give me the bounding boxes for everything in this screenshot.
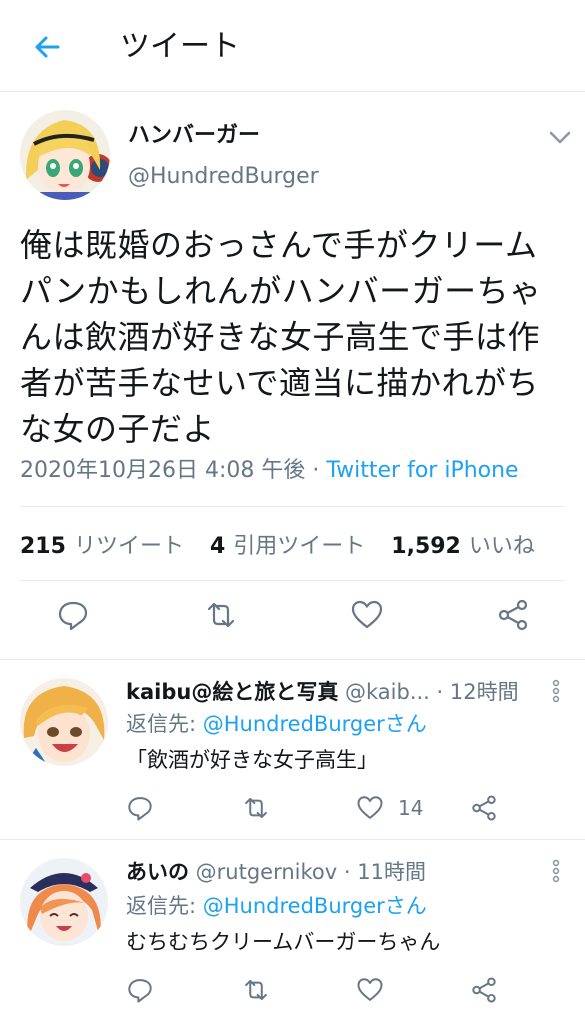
reply-to-line: 返信先: @HundredBurgerさん bbox=[126, 892, 427, 920]
anime-girl-avatar-image bbox=[20, 678, 108, 766]
reply-to-mention[interactable]: @HundredBurgerさん bbox=[203, 894, 427, 918]
retweet-icon bbox=[245, 797, 267, 819]
tweet-text: 俺は既婚のおっさんで手がクリーム パンかもしれんがハンバーガーちゃ んは飲酒が好… bbox=[20, 222, 575, 452]
tweet-meta: 2020年10月26日 4:08 午後 · Twitter for iPhone bbox=[20, 456, 519, 486]
tweet-timestamp[interactable]: 2020年10月26日 4:08 午後 bbox=[20, 458, 305, 483]
author-handle[interactable]: @HundredBurger bbox=[128, 162, 319, 192]
main-tweet: ハンバーガー @HundredBurger 俺は既婚のおっさんで手がクリーム パ… bbox=[0, 92, 585, 660]
reply-text: 「飲酒が好きな女子高生」 bbox=[126, 748, 378, 772]
anime-girl-avatar-image bbox=[20, 110, 110, 200]
like-button[interactable] bbox=[356, 794, 384, 822]
retweets-count: 215 bbox=[20, 534, 66, 559]
reply-menu-button[interactable] bbox=[548, 858, 564, 884]
heart-icon bbox=[357, 796, 383, 819]
reply-author-name[interactable]: kaibu@絵と旅と写真 bbox=[126, 680, 338, 704]
share-icon bbox=[472, 977, 496, 1003]
retweets-label: リツイート bbox=[73, 534, 184, 559]
likes-label: いいね bbox=[468, 534, 535, 559]
likes-stat[interactable]: 1,592 いいね bbox=[391, 528, 535, 560]
tweet-source-link[interactable]: Twitter for iPhone bbox=[326, 458, 518, 483]
divider bbox=[20, 506, 565, 507]
reply-button[interactable] bbox=[126, 794, 154, 822]
reply-to-label: 返信先: bbox=[126, 894, 203, 918]
reply-author-name[interactable]: あいの bbox=[126, 860, 189, 884]
tweet-text-line: 者が苦手なせいで適当に描かれがち bbox=[20, 364, 540, 402]
retweet-icon bbox=[245, 979, 267, 1001]
reply-button[interactable] bbox=[126, 976, 154, 1004]
retweet-button[interactable] bbox=[204, 598, 238, 632]
heart-icon bbox=[357, 978, 383, 1001]
meta-separator: · bbox=[305, 458, 327, 483]
tweet-text-line: パンかもしれんがハンバーガーちゃ bbox=[20, 272, 542, 310]
page-title: ツイート bbox=[120, 29, 240, 64]
reply-icon bbox=[128, 797, 152, 821]
reply-header: あいの @rutgernikov · 11時間 bbox=[126, 858, 426, 886]
chevron-down-icon bbox=[549, 131, 571, 144]
arrow-left-icon bbox=[35, 36, 60, 58]
tweet-text-line: んは飲酒が好きな女子高生で手は作 bbox=[20, 318, 541, 356]
quotes-stat[interactable]: 4 引用ツイート bbox=[210, 528, 365, 560]
back-button[interactable] bbox=[28, 28, 66, 66]
tweet-menu-button[interactable] bbox=[546, 126, 574, 148]
tweet-text-line: な女の子だよ bbox=[20, 410, 216, 448]
reply-like-count: 14 bbox=[398, 796, 424, 820]
anime-girl-avatar-image bbox=[20, 858, 108, 946]
reply-icon bbox=[58, 601, 88, 631]
heart-icon bbox=[351, 600, 383, 629]
reply-to-label: 返信先: bbox=[126, 712, 203, 736]
app-header: ツイート bbox=[0, 0, 585, 92]
tweet-text-line: 俺は既婚のおっさんで手がクリーム bbox=[20, 226, 538, 264]
reply-tweet[interactable]: あいの @rutgernikov · 11時間 返信先: @HundredBur… bbox=[0, 840, 585, 1024]
retweets-stat[interactable]: 215 リツイート bbox=[20, 528, 184, 560]
reply-author-avatar[interactable] bbox=[20, 858, 108, 946]
share-button[interactable] bbox=[496, 598, 530, 632]
author-name[interactable]: ハンバーガー bbox=[128, 122, 260, 150]
more-vertical-icon bbox=[552, 679, 560, 703]
reply-button[interactable] bbox=[56, 598, 90, 632]
retweet-button[interactable] bbox=[242, 794, 270, 822]
share-button[interactable] bbox=[470, 976, 498, 1004]
share-button[interactable] bbox=[470, 794, 498, 822]
tweet-stats: 215 リツイート 4 引用ツイート 1,592 いいね bbox=[20, 526, 561, 562]
share-icon bbox=[498, 599, 528, 631]
reply-handle-time: @rutgernikov · 11時間 bbox=[189, 860, 426, 884]
tweet-actions bbox=[0, 598, 585, 638]
reply-tweet[interactable]: kaibu@絵と旅と写真 @kaib... · 12時間 返信先: @Hundr… bbox=[0, 660, 585, 840]
likes-count: 1,592 bbox=[391, 534, 461, 559]
reply-handle-time: @kaib... · 12時間 bbox=[338, 680, 519, 704]
reply-to-mention[interactable]: @HundredBurgerさん bbox=[203, 712, 427, 736]
retweet-icon bbox=[207, 602, 235, 628]
reply-text: むちむちクリームバーガーちゃん bbox=[126, 930, 441, 954]
quotes-label: 引用ツイート bbox=[233, 534, 366, 559]
divider bbox=[20, 580, 565, 581]
author-avatar[interactable] bbox=[20, 110, 110, 200]
reply-menu-button[interactable] bbox=[548, 678, 564, 704]
more-vertical-icon bbox=[552, 859, 560, 883]
like-button[interactable] bbox=[356, 976, 384, 1004]
reply-icon bbox=[128, 979, 152, 1003]
retweet-button[interactable] bbox=[242, 976, 270, 1004]
quotes-count: 4 bbox=[209, 534, 226, 559]
reply-header: kaibu@絵と旅と写真 @kaib... · 12時間 bbox=[126, 678, 519, 706]
like-button[interactable] bbox=[350, 598, 384, 632]
share-icon bbox=[472, 795, 496, 821]
reply-to-line: 返信先: @HundredBurgerさん bbox=[126, 710, 427, 738]
reply-author-avatar[interactable] bbox=[20, 678, 108, 766]
